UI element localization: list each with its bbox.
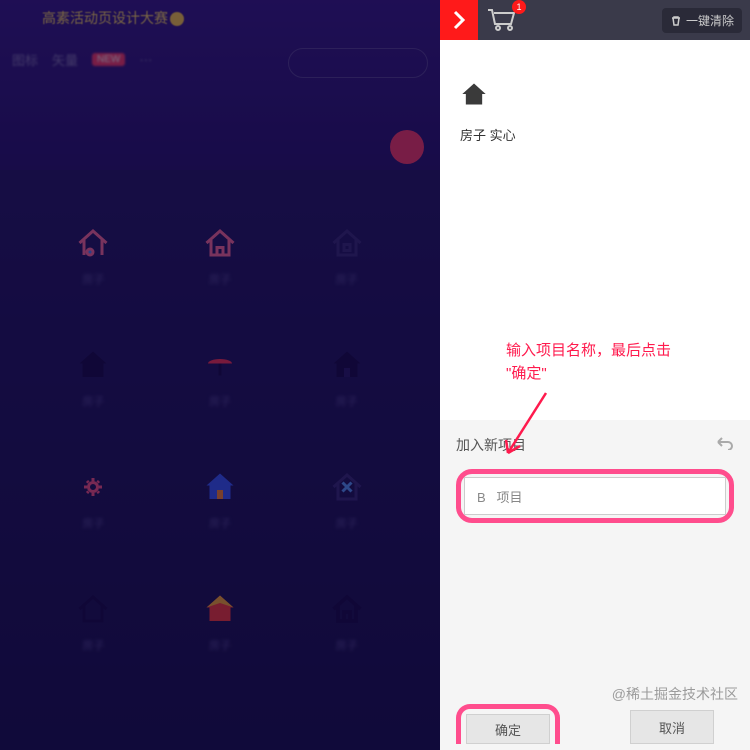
cart-badge: 1 [512, 0, 526, 14]
cart-button[interactable]: 1 [484, 4, 520, 37]
button-row: 确定 取消 [440, 704, 750, 750]
trash-icon [670, 15, 682, 27]
clear-all-button[interactable]: 一键清除 [662, 8, 742, 33]
undo-icon [714, 434, 734, 450]
cancel-button[interactable]: 取消 [630, 710, 714, 744]
confirm-button[interactable]: 确定 [466, 714, 550, 744]
input-highlight-box [456, 469, 734, 523]
annotation-arrow-icon [496, 388, 556, 463]
annotation-text: 输入项目名称，最后点击 "确定" [506, 340, 671, 385]
house-solid-icon [460, 80, 488, 108]
chevron-right-icon [451, 8, 467, 32]
undo-button[interactable] [714, 434, 734, 455]
watermark: @稀土掘金技术社区 [612, 684, 738, 704]
icon-name-label: 房子 实心 [460, 125, 730, 144]
expand-button[interactable] [440, 0, 478, 40]
icon-detail-panel: 房子 实心 [440, 40, 750, 144]
dim-overlay [0, 0, 440, 750]
confirm-highlight-box: 确定 [456, 704, 560, 744]
project-name-input[interactable] [464, 477, 726, 515]
right-topbar: 1 一键清除 [440, 0, 750, 40]
